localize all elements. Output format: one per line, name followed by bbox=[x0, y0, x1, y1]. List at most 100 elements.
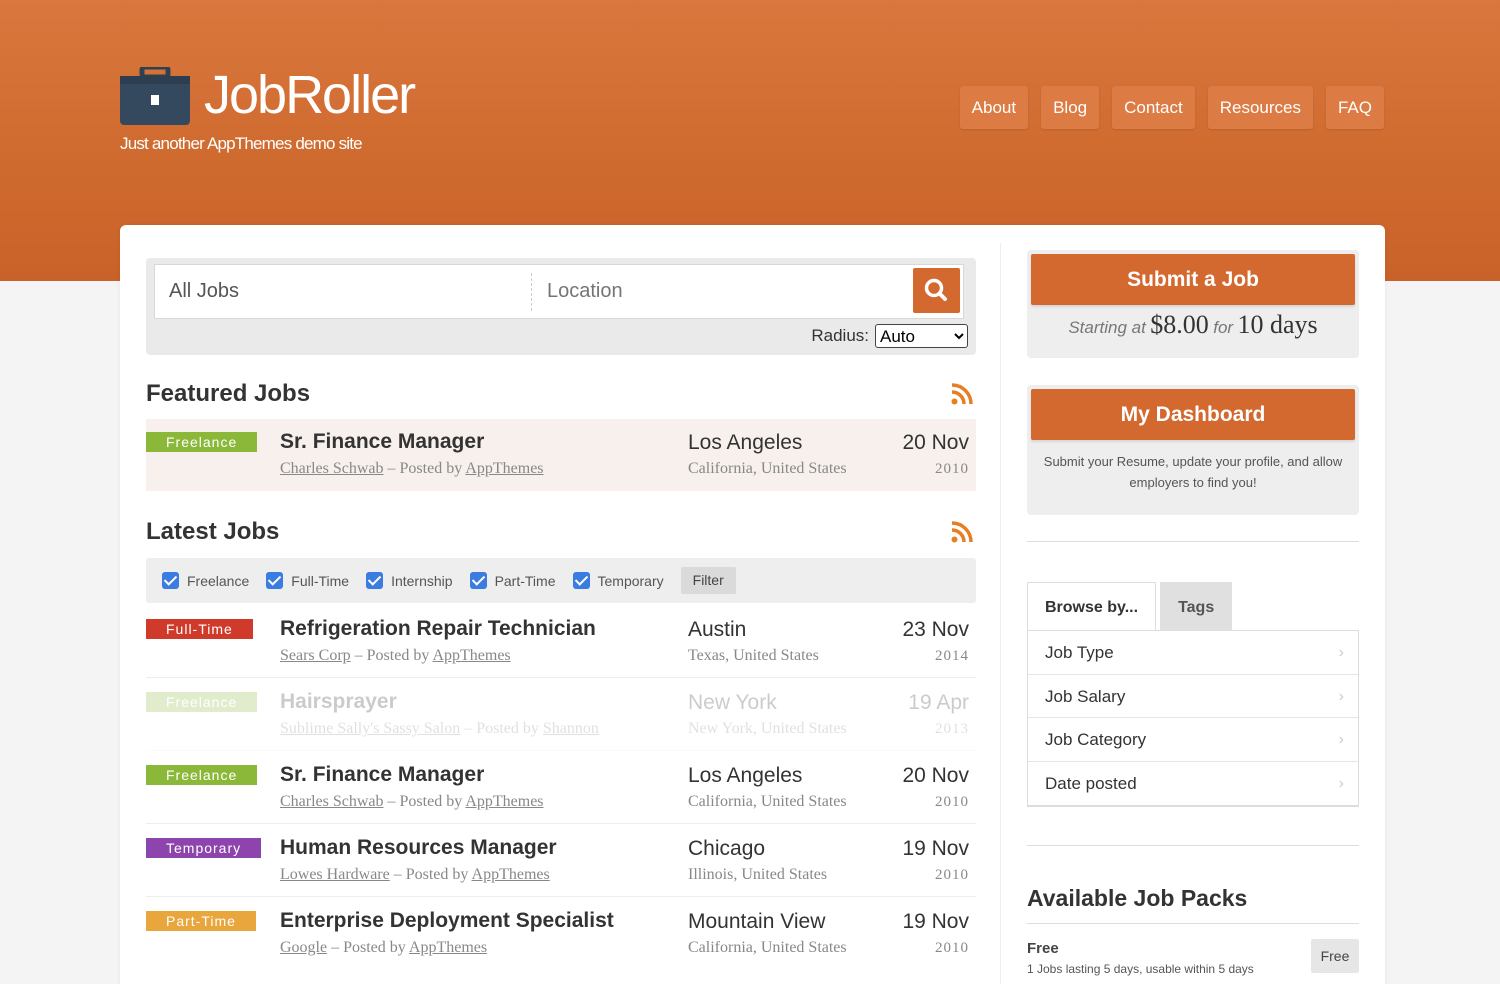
chevron-right-icon: › bbox=[1338, 644, 1344, 661]
poster-link[interactable]: Shannon bbox=[543, 720, 599, 737]
posted-by-text: – Posted by bbox=[383, 460, 466, 477]
chevron-right-icon: › bbox=[1338, 731, 1344, 748]
rss-icon[interactable] bbox=[951, 521, 973, 543]
keyword-input[interactable] bbox=[155, 265, 531, 318]
job-year: 2013 bbox=[935, 721, 969, 737]
radius-label: Radius: bbox=[811, 326, 869, 345]
poster-link[interactable]: AppThemes bbox=[465, 793, 543, 810]
filter-button[interactable]: Filter bbox=[680, 567, 736, 594]
submit-job-button[interactable]: Submit a Job bbox=[1031, 254, 1355, 305]
checkbox-checked-icon[interactable] bbox=[162, 572, 179, 589]
filter-label: Temporary bbox=[597, 572, 664, 589]
radius-control: Radius: Auto bbox=[811, 324, 968, 348]
browse-item-label: Job Type bbox=[1045, 643, 1114, 662]
job-row[interactable]: Freelance Sr. Finance Manager Charles Sc… bbox=[146, 752, 976, 824]
browse-item-label: Date posted bbox=[1045, 773, 1137, 793]
filter-label: Part-Time bbox=[494, 572, 556, 589]
nav-resources[interactable]: Resources bbox=[1207, 86, 1313, 129]
job-year: 2010 bbox=[935, 461, 969, 477]
job-row[interactable]: Full-Time Refrigeration Repair Technicia… bbox=[146, 606, 976, 678]
poster-link[interactable]: AppThemes bbox=[472, 866, 550, 883]
checkbox-checked-icon[interactable] bbox=[366, 572, 384, 589]
job-row[interactable]: Temporary Human Resources Manager Lowes … bbox=[146, 825, 976, 897]
filter-label: Freelance bbox=[187, 572, 250, 589]
posted-by-text: – Posted by bbox=[460, 720, 543, 737]
job-date: 19 Apr bbox=[908, 691, 969, 714]
job-title[interactable]: Enterprise Deployment Specialist bbox=[280, 909, 614, 933]
browse-item-label: Job Category bbox=[1045, 730, 1147, 749]
job-title[interactable]: Refrigeration Repair Technician bbox=[280, 617, 596, 641]
job-type-badge[interactable]: Part-Time bbox=[146, 911, 256, 931]
price-line: Starting at $8.00 for 10 days bbox=[1027, 310, 1359, 340]
browse-item-job-category[interactable]: Job Category › bbox=[1028, 718, 1358, 762]
nav-blog[interactable]: Blog bbox=[1041, 86, 1100, 129]
job-search-box: Radius: Auto bbox=[146, 258, 976, 355]
nav-contact[interactable]: Contact bbox=[1112, 86, 1195, 129]
location-input[interactable] bbox=[533, 265, 911, 318]
job-type-badge[interactable]: Freelance bbox=[146, 432, 258, 452]
radius-select[interactable]: Auto bbox=[875, 324, 968, 348]
job-title[interactable]: Sr. Finance Manager bbox=[280, 430, 484, 454]
latest-jobs-title: Latest Jobs bbox=[146, 518, 280, 545]
checkbox-checked-icon[interactable] bbox=[469, 572, 487, 589]
job-date: 20 Nov bbox=[902, 764, 969, 787]
job-row[interactable]: Freelance Hairsprayer Sublime Sally's Sa… bbox=[146, 679, 976, 751]
my-dashboard-button[interactable]: My Dashboard bbox=[1031, 389, 1355, 440]
job-packs-title: Available Job Packs bbox=[1027, 885, 1248, 911]
posted-by-text: – Posted by bbox=[389, 866, 472, 883]
featured-job-row[interactable]: Freelance Sr. Finance Manager Charles Sc… bbox=[146, 419, 976, 491]
job-date: 20 Nov bbox=[902, 431, 969, 454]
site-name: JobRoller bbox=[204, 65, 416, 125]
search-icon bbox=[924, 278, 947, 301]
dashboard-box: My Dashboard Submit your Resume, update … bbox=[1027, 385, 1359, 515]
rss-icon[interactable] bbox=[951, 383, 973, 405]
nav-about[interactable]: About bbox=[959, 86, 1029, 129]
filter-label: Internship bbox=[391, 572, 453, 589]
job-title[interactable]: Hairsprayer bbox=[280, 690, 397, 714]
browse-item-date-posted[interactable]: Date posted › bbox=[1028, 762, 1358, 806]
job-date: 19 Nov bbox=[902, 910, 969, 933]
job-city: Mountain View bbox=[688, 910, 826, 933]
filter-full-time[interactable]: Full-Time bbox=[266, 572, 349, 589]
company-link[interactable]: Sublime Sally's Sassy Salon bbox=[280, 720, 460, 737]
company-link[interactable]: Charles Schwab bbox=[280, 460, 384, 477]
search-separator bbox=[531, 273, 532, 311]
job-row[interactable]: Part-Time Enterprise Deployment Speciali… bbox=[146, 898, 976, 970]
job-pack-name: Free bbox=[1027, 940, 1059, 957]
job-type-badge[interactable]: Freelance bbox=[146, 692, 258, 712]
job-title[interactable]: Sr. Finance Manager bbox=[280, 763, 484, 787]
job-meta: Lowes Hardware – Posted by AppThemes bbox=[280, 866, 550, 884]
filter-freelance[interactable]: Freelance bbox=[162, 572, 249, 589]
checkbox-checked-icon[interactable] bbox=[266, 572, 284, 589]
job-year: 2014 bbox=[935, 648, 969, 664]
job-type-badge[interactable]: Freelance bbox=[146, 765, 258, 785]
duration-value: 10 days bbox=[1237, 310, 1318, 339]
checkbox-checked-icon[interactable] bbox=[572, 572, 590, 589]
job-type-badge[interactable]: Full-Time bbox=[146, 619, 253, 639]
browse-item-job-salary[interactable]: Job Salary › bbox=[1028, 675, 1358, 718]
tab-browse-by[interactable]: Browse by... bbox=[1027, 582, 1157, 631]
job-pack-description: 1 Jobs lasting 5 days, usable within 5 d… bbox=[1027, 962, 1254, 976]
posted-by-text: – Posted by bbox=[327, 939, 409, 956]
browse-item-job-type[interactable]: Job Type › bbox=[1028, 631, 1358, 675]
company-link[interactable]: Lowes Hardware bbox=[280, 866, 390, 883]
filter-internship[interactable]: Internship bbox=[366, 572, 453, 589]
poster-link[interactable]: AppThemes bbox=[409, 939, 487, 956]
poster-link[interactable]: AppThemes bbox=[465, 460, 543, 477]
job-title[interactable]: Human Resources Manager bbox=[280, 836, 557, 860]
filter-temporary[interactable]: Temporary bbox=[572, 572, 664, 589]
search-button[interactable] bbox=[913, 268, 960, 313]
nav-faq[interactable]: FAQ bbox=[1325, 86, 1384, 129]
sidebar-divider bbox=[1027, 541, 1359, 542]
job-city: Los Angeles bbox=[688, 764, 803, 787]
tab-tags[interactable]: Tags bbox=[1160, 582, 1233, 631]
job-region: Illinois, United States bbox=[688, 866, 828, 883]
company-link[interactable]: Charles Schwab bbox=[280, 793, 384, 810]
company-link[interactable]: Sears Corp bbox=[280, 647, 351, 664]
poster-link[interactable]: AppThemes bbox=[432, 647, 510, 664]
job-type-badge[interactable]: Temporary bbox=[146, 838, 262, 858]
filter-part-time[interactable]: Part-Time bbox=[469, 572, 556, 589]
company-link[interactable]: Google bbox=[280, 939, 327, 956]
job-pack-button[interactable]: Free bbox=[1311, 939, 1359, 973]
browse-list: Job Type › Job Salary › Job Category › Date… bbox=[1027, 630, 1359, 807]
